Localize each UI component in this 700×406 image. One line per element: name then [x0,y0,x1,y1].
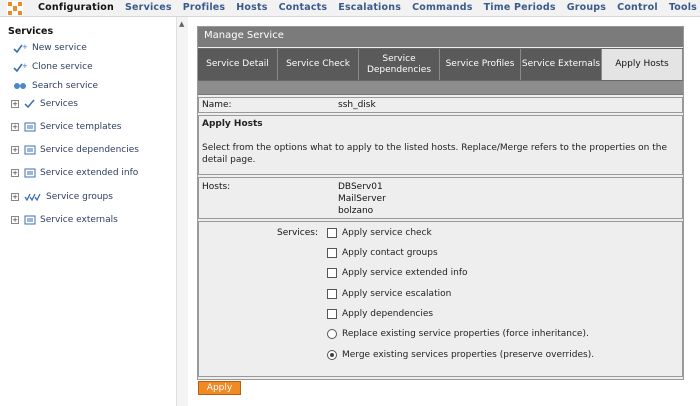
host-item: DBServ01 [338,182,383,192]
checkbox[interactable] [327,268,337,278]
app-logo-icon[interactable] [7,1,23,16]
name-row: Name: ssh_disk [198,97,683,113]
top-nav: Configuration Services Profiles Hosts Co… [38,2,700,13]
nav-commands[interactable]: Commands [412,2,473,13]
host-item: MailServer [338,194,386,204]
nav-services[interactable]: Services [125,2,172,13]
expand-icon[interactable]: + [11,123,19,131]
panel-title: Manage Service [198,27,683,47]
sidebar-tree-service-externals[interactable]: + Service externals [11,215,118,225]
nav-hosts[interactable]: Hosts [236,2,267,13]
option-merge-properties[interactable]: Merge existing services properties (pres… [327,350,594,360]
option-label: Apply service check [342,228,432,238]
sidebar-tree-label: Service extended info [40,168,139,178]
option-apply-escalation[interactable]: Apply service escalation [327,289,451,299]
expand-icon[interactable]: + [11,169,19,177]
svg-text:+: + [22,43,27,51]
sidebar: Services + New service + Clone service S… [0,17,176,406]
hosts-row: Hosts: DBServ01 MailServer bolzano [198,177,683,219]
option-replace-properties[interactable]: Replace existing service properties (for… [327,329,589,339]
externals-icon [24,215,36,225]
sidebar-tree-service-groups[interactable]: + Service groups [11,192,113,202]
search-icon [14,83,26,89]
sidebar-tree-label: Service dependencies [40,145,139,155]
nav-configuration[interactable]: Configuration [38,2,114,13]
option-label: Merge existing services properties (pres… [342,350,595,360]
checkbox[interactable] [327,228,337,238]
option-apply-contact-groups[interactable]: Apply contact groups [327,248,438,258]
tab-apply-hosts[interactable]: Apply Hosts [602,49,683,80]
tab-strip [198,81,683,95]
sidebar-tree-service-extended-info[interactable]: + Service extended info [11,168,138,178]
tab-service-profiles[interactable]: Service Profiles [440,49,521,80]
nav-control[interactable]: Control [617,2,658,13]
checkbox[interactable] [327,309,337,319]
option-apply-dependencies[interactable]: Apply dependencies [327,309,433,319]
nav-tools[interactable]: Tools [669,2,697,13]
host-item: bolzano [338,206,374,216]
option-label: Apply service extended info [342,268,468,278]
sidebar-tree-label: Services [40,99,78,109]
sidebar-link-label: Clone service [32,62,93,72]
apply-hosts-heading: Apply Hosts [202,119,263,129]
name-value: ssh_disk [338,100,376,110]
sidebar-tree-services[interactable]: + Services [11,99,78,109]
sidebar-tree-label: Service templates [40,122,122,132]
tab-service-externals[interactable]: Service Externals [521,49,602,80]
apply-button[interactable]: Apply [198,381,241,395]
expand-icon[interactable]: + [11,100,19,108]
sidebar-link-clone-service[interactable]: + Clone service [13,62,93,72]
radio-button[interactable] [327,350,337,360]
nav-escalations[interactable]: Escalations [338,2,401,13]
sidebar-link-new-service[interactable]: + New service [13,43,87,53]
sidebar-tree-label: Service groups [46,192,113,202]
expand-icon[interactable]: + [11,146,19,154]
sidebar-link-search-service[interactable]: Search service [13,81,98,91]
nav-time-periods[interactable]: Time Periods [484,2,556,13]
apply-hosts-description: Select from the options what to apply to… [202,143,667,165]
hosts-label: Hosts: [202,182,231,192]
option-label: Apply dependencies [342,309,434,319]
svg-text:+: + [22,62,27,70]
nav-groups[interactable]: Groups [567,2,606,13]
tab-service-check[interactable]: Service Check [278,49,359,80]
expand-icon[interactable]: + [11,193,19,201]
sidebar-tree-service-dependencies[interactable]: + Service dependencies [11,145,139,155]
extended-info-icon [24,168,36,178]
new-service-icon: + [13,43,27,53]
sidebar-tree-label: Service externals [40,215,118,225]
services-options: Services: Apply service check Apply cont… [198,221,683,377]
sidebar-tree-service-templates[interactable]: + Service templates [11,122,121,132]
checkbox[interactable] [327,248,337,258]
scroll-up-arrow-icon[interactable]: ▲ [179,20,184,28]
nav-profiles[interactable]: Profiles [183,2,226,13]
option-apply-extended-info[interactable]: Apply service extended info [327,268,468,278]
expand-icon[interactable]: + [11,216,19,224]
clone-service-icon: + [13,62,27,72]
option-apply-service-check[interactable]: Apply service check [327,228,432,238]
services-icon [24,99,35,109]
checkbox[interactable] [327,289,337,299]
option-label: Apply service escalation [342,289,452,299]
tab-service-dependencies[interactable]: Service Dependencies [359,49,440,80]
nav-contacts[interactable]: Contacts [279,2,328,13]
groups-icon [24,193,41,202]
sidebar-scrollbar[interactable]: ▲ [176,17,188,406]
tab-service-detail[interactable]: Service Detail [198,49,278,80]
option-label: Replace existing service properties (for… [342,329,589,339]
sidebar-link-label: Search service [32,81,99,91]
tab-bar: Service Detail Service Check Service Dep… [198,48,683,81]
top-menu-bar: Configuration Services Profiles Hosts Co… [0,0,700,17]
apply-hosts-info: Apply Hosts Select from the options what… [198,115,683,175]
name-label: Name: [202,100,232,110]
manage-service-panel: Manage Service Service Detail Service Ch… [197,26,684,380]
radio-button[interactable] [327,329,337,339]
option-label: Apply contact groups [342,248,438,258]
templates-icon [24,122,36,132]
sidebar-title: Services [8,26,54,37]
sidebar-link-label: New service [32,43,87,53]
services-label: Services: [277,228,318,238]
dependencies-icon [24,145,36,155]
